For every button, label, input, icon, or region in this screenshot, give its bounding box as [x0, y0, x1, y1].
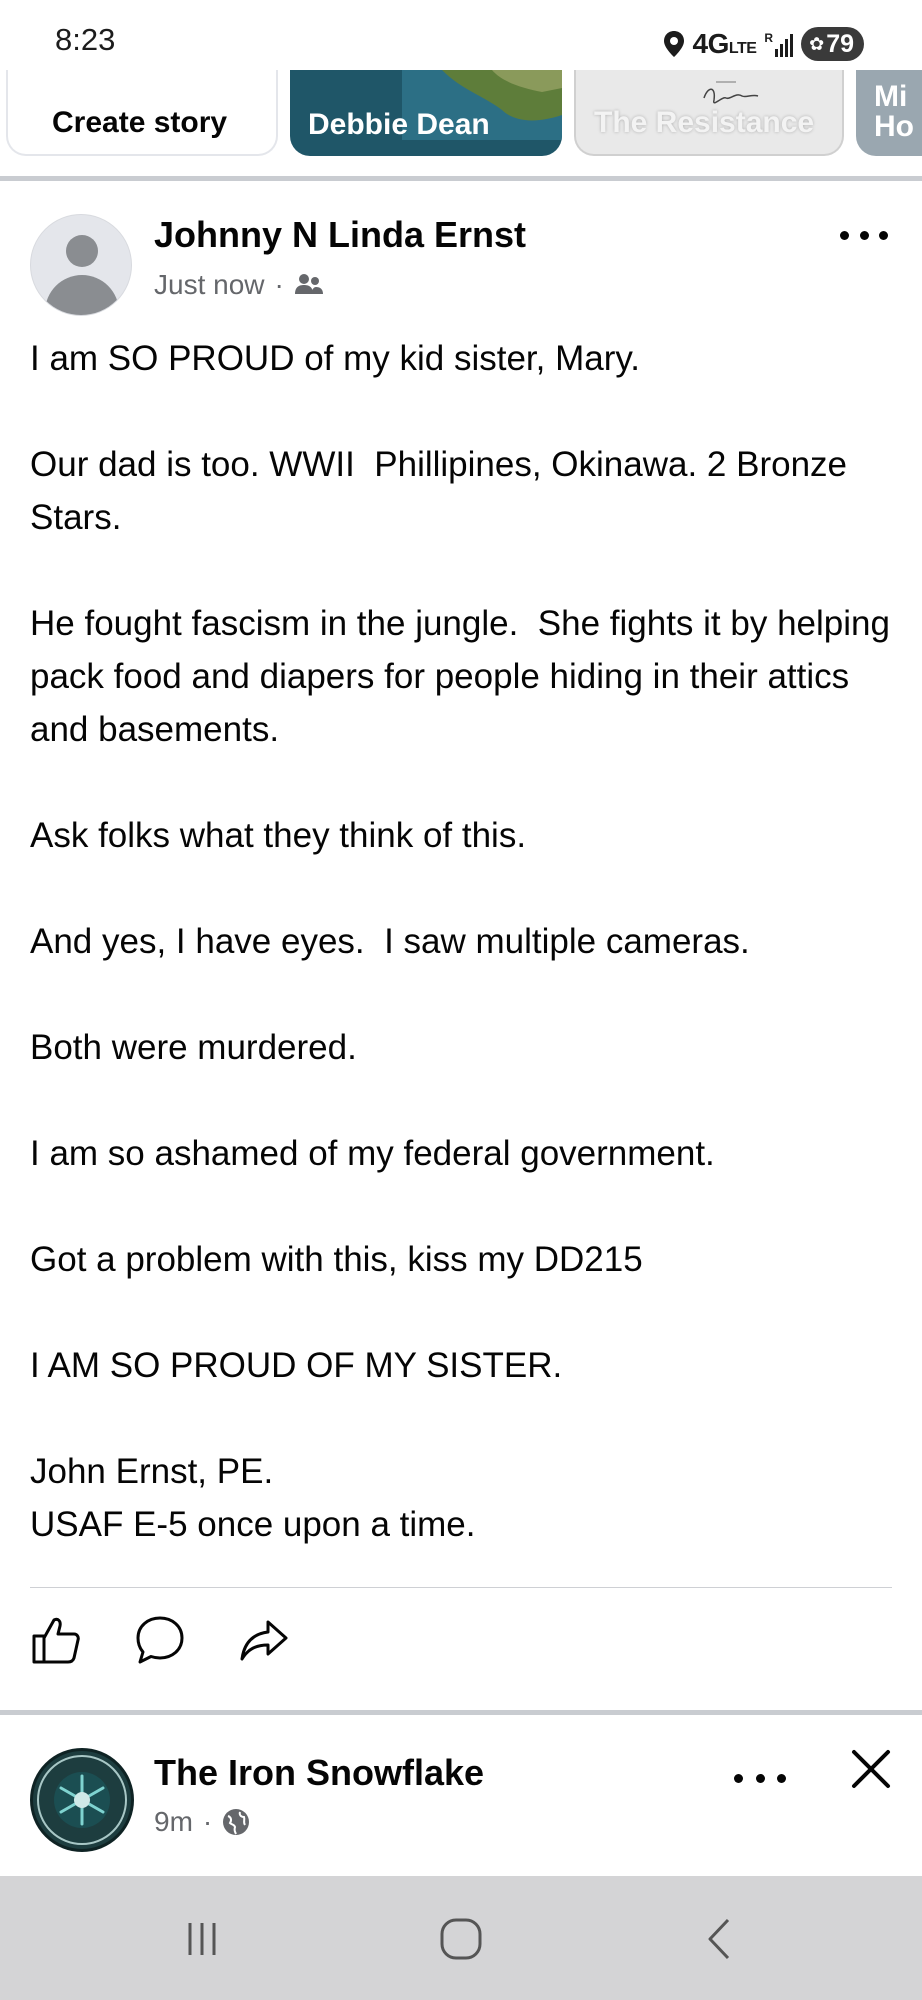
post-paragraph: I am so ashamed of my federal government… [30, 1134, 715, 1173]
status-time: 8:23 [55, 22, 116, 57]
meta-separator: · [202, 1806, 213, 1837]
next-feed-post: The Iron Snowflake 9m · [0, 1716, 922, 1876]
network-indicator: 4GLTE [693, 28, 757, 60]
recent-apps-button[interactable] [172, 1914, 232, 1964]
share-icon [240, 1620, 288, 1661]
avatar[interactable] [30, 214, 132, 316]
post-meta: Just now · [154, 269, 324, 301]
like-button[interactable] [28, 1612, 84, 1668]
post-paragraph: I am SO PROUD of my kid sister, Mary. [30, 339, 641, 378]
system-nav-bar [0, 1876, 922, 2000]
back-button[interactable] [690, 1914, 750, 1964]
back-icon [708, 1918, 730, 1960]
story-label-line2: Ho [874, 110, 914, 143]
post-meta: 9m · [154, 1806, 250, 1838]
post-options-button[interactable] [734, 1768, 786, 1788]
home-button[interactable] [431, 1914, 491, 1964]
status-bar: 8:23 4GLTE R ✿ 79 [0, 0, 922, 70]
home-icon [440, 1918, 482, 1960]
section-divider [0, 1710, 922, 1715]
post-paragraph: John Ernst, PE. USAF E-5 once upon a tim… [30, 1452, 476, 1544]
meta-separator: · [274, 269, 284, 300]
story-debbie-dean[interactable]: Debbie Dean [290, 70, 562, 156]
share-button[interactable] [236, 1612, 292, 1668]
post-actions [28, 1612, 292, 1668]
friends-icon [294, 274, 323, 294]
battery-level: 79 [826, 29, 854, 58]
network-type: 4G [692, 28, 730, 59]
recent-apps-icon [188, 1923, 216, 1955]
post-timestamp[interactable]: 9m [154, 1806, 193, 1838]
comment-button[interactable] [132, 1612, 188, 1668]
close-icon[interactable] [846, 1744, 896, 1794]
signal-icon: R [764, 31, 794, 57]
post-paragraph: Ask folks what they think of this. [30, 816, 527, 855]
story-label: The Resistance [594, 106, 815, 139]
post-paragraph: He fought fascism in the jungle. She fig… [30, 604, 900, 749]
section-divider [0, 176, 922, 181]
snowflake-logo [37, 1755, 127, 1845]
status-indicators: 4GLTE R ✿ 79 [663, 24, 864, 64]
post-divider [30, 1587, 892, 1588]
story-the-resistance[interactable]: The Resistance [574, 70, 844, 156]
post-author[interactable]: The Iron Snowflake [154, 1752, 484, 1794]
story-create[interactable]: Create story [6, 70, 278, 156]
battery-indicator: ✿ 79 [801, 27, 864, 61]
location-icon [663, 31, 684, 57]
comment-icon [136, 1616, 184, 1664]
story-label: Mi [874, 80, 908, 113]
story-partial[interactable]: Mi Ho [856, 70, 922, 156]
story-label: Debbie Dean [308, 108, 490, 141]
post-paragraph: Both were murdered. [30, 1028, 357, 1067]
post-paragraph: I AM SO PROUD OF MY SISTER. [30, 1346, 563, 1385]
like-icon [32, 1617, 80, 1664]
post-paragraph: Our dad is too. WWII Phillipines, Okinaw… [30, 445, 857, 537]
post-timestamp[interactable]: Just now [154, 269, 265, 301]
network-sub: LTE [728, 40, 757, 57]
post-author[interactable]: Johnny N Linda Ernst [154, 214, 526, 256]
globe-icon [223, 1809, 250, 1835]
avatar[interactable] [30, 1748, 134, 1852]
signal-mark: R [764, 31, 774, 45]
post-options-button[interactable] [834, 220, 894, 250]
post-paragraph: Got a problem with this, kiss my DD215 [30, 1240, 643, 1279]
post-text: I am SO PROUD of my kid sister, Mary. Ou… [30, 332, 892, 1551]
stories-strip: Create story Debbie Dean The Resistance … [0, 70, 922, 156]
post-paragraph: And yes, I have eyes. I saw multiple cam… [30, 922, 750, 961]
story-label: Create story [52, 106, 228, 139]
power-save-icon: ✿ [809, 33, 825, 54]
